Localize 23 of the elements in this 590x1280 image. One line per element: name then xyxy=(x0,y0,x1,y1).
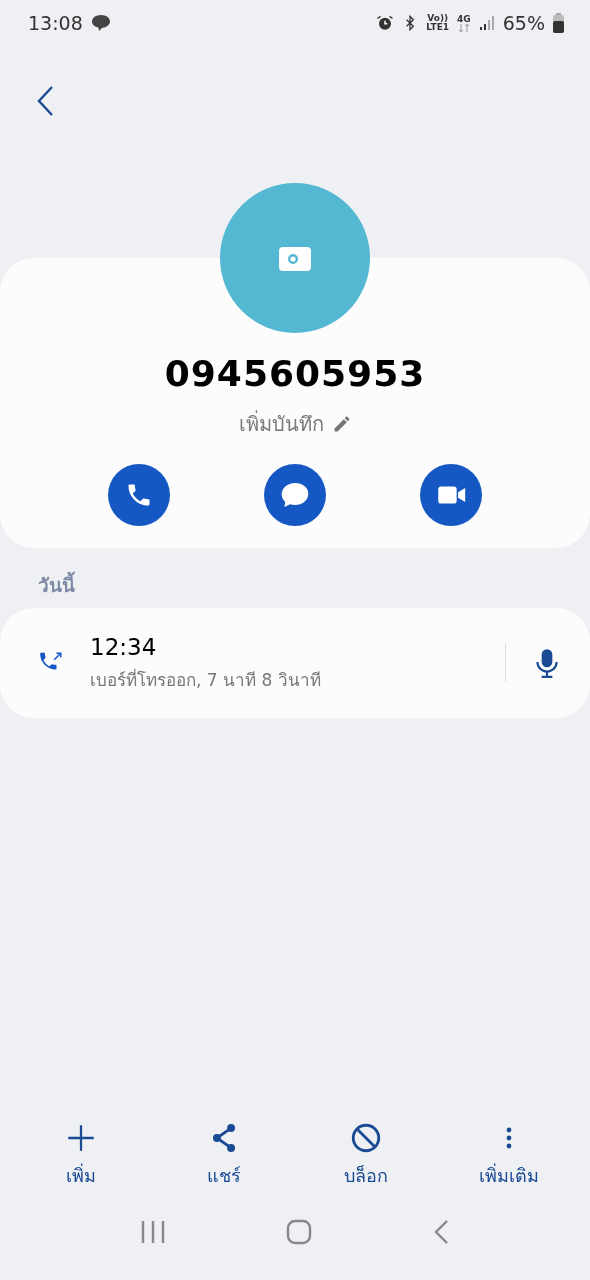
call-time: 12:34 xyxy=(90,633,158,660)
more-button[interactable]: เพิ่มเติม xyxy=(448,1114,569,1196)
volte-indicator: Vo)) LTE1 xyxy=(426,14,450,32)
block-button[interactable]: บล็อก xyxy=(306,1114,427,1196)
add-note-link[interactable]: เพิ่มบันทึก xyxy=(238,408,324,440)
add-button[interactable]: เพิ่ม xyxy=(21,1114,142,1196)
battery-icon xyxy=(553,13,564,33)
phone-number: 0945605953 xyxy=(164,353,426,394)
call-log-row[interactable]: 12:34 เบอร์ที่โทรออก, 7 นาที 8 วินาที xyxy=(0,608,590,718)
section-heading: วันนี้ xyxy=(0,548,590,608)
chat-bubble-icon xyxy=(90,14,111,32)
status-time: 13:08 xyxy=(28,12,83,34)
signal-icon xyxy=(478,15,495,31)
call-detail: เบอร์ที่โทรออก, 7 นาที 8 วินาที xyxy=(90,667,322,692)
camera-icon xyxy=(279,245,311,271)
recent-apps-icon[interactable] xyxy=(140,1220,166,1244)
home-icon[interactable] xyxy=(286,1219,312,1245)
share-button[interactable]: แชร์ xyxy=(163,1114,284,1196)
battery-percent: 65% xyxy=(502,12,545,34)
network-indicator: 4G xyxy=(457,14,471,32)
back-icon[interactable] xyxy=(432,1219,450,1245)
alarm-icon xyxy=(376,14,395,32)
recording-button[interactable] xyxy=(534,647,560,679)
